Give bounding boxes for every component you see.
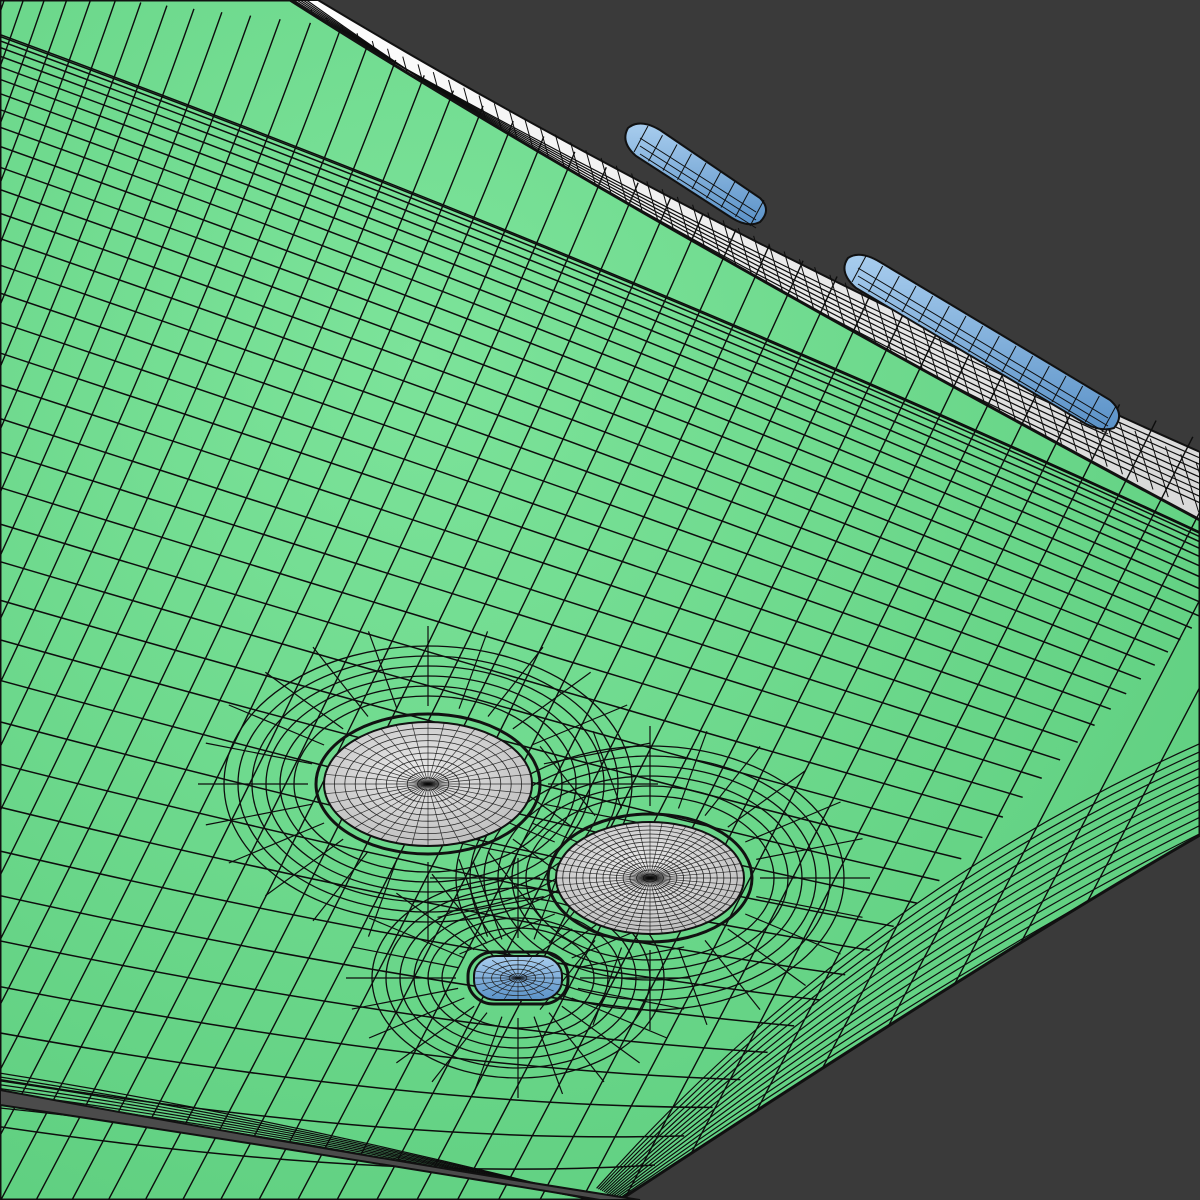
camera-lens-primary — [314, 712, 542, 856]
viewport-3d[interactable] — [0, 0, 1200, 1200]
camera-flash — [466, 950, 570, 1006]
camera-lens-secondary — [546, 812, 754, 944]
wireframe-render — [0, 0, 1200, 1200]
